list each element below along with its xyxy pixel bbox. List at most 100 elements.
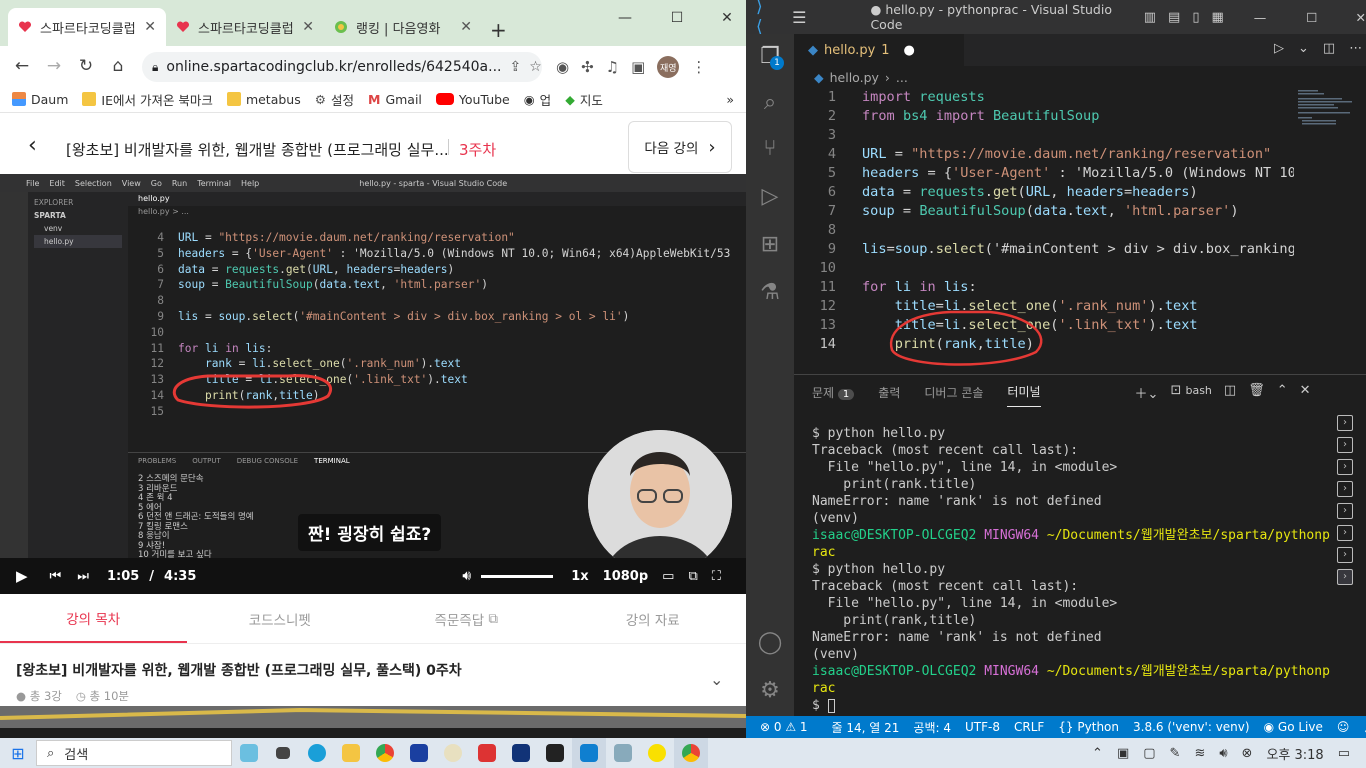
terminal-instance-icon[interactable]: › xyxy=(1337,481,1353,497)
bookmark-settings[interactable]: ⚙ 설정 xyxy=(315,90,354,109)
star-icon[interactable]: ☆ xyxy=(529,59,542,75)
indent-status[interactable]: 공백: 4 xyxy=(913,719,951,736)
chevron-down-icon[interactable]: ⌄ xyxy=(710,670,723,689)
terminal-instance-icon[interactable]: › xyxy=(1337,547,1353,563)
speaker-icon[interactable]: 🔊︎ xyxy=(1219,746,1227,761)
code-line[interactable]: 3 xyxy=(794,126,1294,145)
address-bar[interactable]: 🔒︎ online.spartacodingclub.kr/enrolleds/… xyxy=(142,52,542,82)
fullscreen-icon[interactable]: ⛶ xyxy=(712,569,721,584)
sidepanel-icon[interactable]: ▣ xyxy=(631,58,645,76)
tab-hello-py[interactable]: ◆ hello.py 1 ● xyxy=(794,34,964,66)
app-icon[interactable] xyxy=(504,738,538,768)
code-line[interactable]: 1 import requests xyxy=(794,88,1294,107)
app-icon[interactable] xyxy=(470,738,504,768)
kakaotalk-icon[interactable] xyxy=(640,738,674,768)
eol-status[interactable]: CRLF xyxy=(1014,720,1044,734)
bookmark-daum[interactable]: Daum xyxy=(12,92,68,107)
split-terminal-icon[interactable]: ◫ xyxy=(1224,383,1236,402)
terminal-output[interactable]: $ python hello.py Traceback (most recent … xyxy=(812,425,1330,714)
file-explorer-icon[interactable] xyxy=(334,738,368,768)
tab-terminal[interactable]: 터미널 xyxy=(1007,377,1041,407)
close-window-icon[interactable]: ✕ xyxy=(1356,10,1366,25)
hamburger-menu-icon[interactable]: ☰ xyxy=(792,8,806,27)
back-icon[interactable]: ← xyxy=(6,56,38,76)
run-icon[interactable]: ▷ xyxy=(1274,41,1284,56)
avatar[interactable]: 재영 xyxy=(657,56,680,78)
windows-start-icon[interactable]: ⊞ xyxy=(0,744,36,763)
tray-icon[interactable]: ▣ xyxy=(1117,746,1129,761)
bookmark-gmail[interactable]: M Gmail xyxy=(368,92,422,107)
code-line[interactable]: 9 lis=soup.select('#mainContent > div > d… xyxy=(794,240,1294,259)
back-chevron-icon[interactable]: ‹ xyxy=(28,133,37,158)
volume-icon[interactable]: 🔊︎ xyxy=(462,568,471,584)
maximize-icon[interactable]: ☐ xyxy=(1306,10,1317,25)
go-live-status[interactable]: ◉ Go Live xyxy=(1264,720,1323,734)
play-icon[interactable]: ▶ xyxy=(16,567,28,585)
tray-icon[interactable]: ▢ xyxy=(1143,746,1155,761)
mute-icon[interactable]: ⊗ xyxy=(1242,746,1253,761)
search-icon[interactable]: ⌕ xyxy=(746,90,794,115)
terminal-shell-icon[interactable]: ⊡ bash xyxy=(1170,383,1211,402)
terminal-instance-icon[interactable]: › xyxy=(1337,503,1353,519)
terminal-instance-icon[interactable]: › xyxy=(1337,459,1353,475)
tab-materials[interactable]: 강의 자료 xyxy=(560,594,747,643)
code-line[interactable]: 6 data = requests.get(URL, headers=header… xyxy=(794,183,1294,202)
tab-qna[interactable]: 즉문즉답 ⧉ xyxy=(373,594,560,643)
chrome-icon[interactable] xyxy=(674,738,708,768)
close-icon[interactable]: ✕ xyxy=(144,19,156,35)
share-icon[interactable]: ⇪ xyxy=(509,59,521,75)
edge-icon[interactable] xyxy=(300,738,334,768)
app-icon[interactable] xyxy=(402,738,436,768)
home-icon[interactable]: ⌂ xyxy=(102,56,134,76)
maximize-icon[interactable]: ☐ xyxy=(662,10,692,26)
volume-slider[interactable] xyxy=(481,574,554,578)
extensions-icon[interactable]: ⊞ xyxy=(746,232,794,257)
quality-button[interactable]: 1080p xyxy=(603,569,649,584)
browser-tab-2[interactable]: 스파르타코딩클럽 ✕ xyxy=(166,8,324,46)
tab-toc[interactable]: 강의 목차 xyxy=(0,594,187,643)
bookmark-metabus[interactable]: metabus xyxy=(226,92,301,107)
problems-status[interactable]: ⊗ 0 ⚠ 1 xyxy=(760,720,808,734)
code-line[interactable]: 10 xyxy=(794,259,1294,278)
tab-code-snippet[interactable]: 코드스니펫 xyxy=(187,594,374,643)
maximize-panel-icon[interactable]: ⌃ xyxy=(1277,383,1288,402)
new-tab-button[interactable]: + xyxy=(490,18,507,42)
account-icon[interactable]: ☺ xyxy=(1337,720,1350,734)
widget-icon[interactable] xyxy=(232,738,266,768)
new-terminal-icon[interactable]: ＋⌄ xyxy=(1135,383,1159,402)
tray-icon[interactable]: ✎ xyxy=(1170,746,1181,761)
forward-icon[interactable]: → xyxy=(38,56,70,76)
minimap[interactable] xyxy=(1294,88,1358,208)
more-icon[interactable]: ⋯ xyxy=(1349,41,1362,56)
app-icon[interactable] xyxy=(538,738,572,768)
terminal-instance-icon[interactable]: › xyxy=(1337,569,1353,585)
app-icon[interactable] xyxy=(436,738,470,768)
code-line[interactable]: 4 URL = "https://movie.daum.net/ranking/r… xyxy=(794,145,1294,164)
layout-icon[interactable]: ▥ xyxy=(1144,10,1156,25)
bookmark-map[interactable]: ◆ 지도 xyxy=(565,90,603,109)
run-debug-icon[interactable]: ▷ xyxy=(746,184,794,209)
chevron-up-icon[interactable]: ⌃ xyxy=(1092,746,1103,761)
tab-problems[interactable]: 문제 1 xyxy=(812,384,855,401)
chevron-down-icon[interactable]: ⌄ xyxy=(1298,41,1309,56)
tab-debug-console[interactable]: 디버그 콘솔 xyxy=(924,384,983,401)
skip-back-icon[interactable]: ⏮ xyxy=(50,569,62,584)
customize-layout-icon[interactable]: ▦ xyxy=(1212,10,1224,25)
code-line[interactable]: 5 headers = {'User-Agent' : 'Mozilla/5.0 … xyxy=(794,164,1294,183)
extensions-icon[interactable]: ✣ xyxy=(581,58,594,76)
close-panel-icon[interactable]: ✕ xyxy=(1300,383,1311,402)
app-icon[interactable] xyxy=(606,738,640,768)
close-window-icon[interactable]: ✕ xyxy=(712,10,742,26)
video-player[interactable]: File Edit Selection View Go Run Terminal Help h… xyxy=(0,174,746,594)
minimize-icon[interactable]: — xyxy=(610,10,640,26)
taskview-icon[interactable] xyxy=(266,738,300,768)
browser-tab-3[interactable]: 랭킹 | 다음영화 ✕ xyxy=(324,8,482,46)
terminal-instance-icon[interactable]: › xyxy=(1337,437,1353,453)
reload-icon[interactable]: ↻ xyxy=(70,56,102,76)
code-line[interactable]: 2 from bs4 import BeautifulSoup xyxy=(794,107,1294,126)
bookmark-youtube[interactable]: YouTube xyxy=(435,92,510,107)
pip-icon[interactable]: ⧉ xyxy=(688,569,697,584)
terminal-instance-icon[interactable]: › xyxy=(1337,525,1353,541)
encoding-status[interactable]: UTF-8 xyxy=(965,720,1000,734)
tab-output[interactable]: 출력 xyxy=(878,384,900,401)
